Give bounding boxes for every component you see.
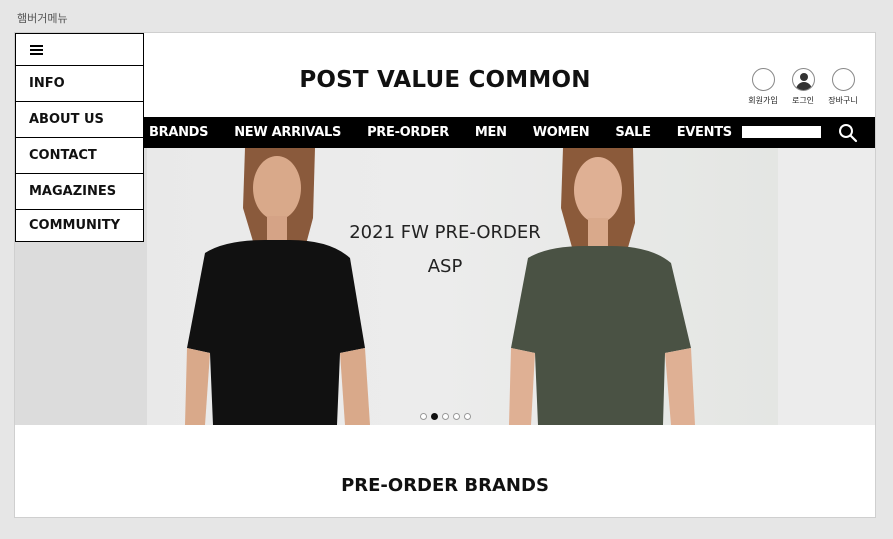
hamburger-menu-panel: INFO ABOUT US CONTACT MAGAZINES COMMUNIT… xyxy=(15,33,144,242)
menu-item-magazines[interactable]: MAGAZINES xyxy=(16,174,143,210)
model-left-image xyxy=(185,148,370,425)
signup-label: 회원가입 xyxy=(748,96,778,105)
cart-link[interactable]: 장바구니 xyxy=(827,68,859,106)
site-logo[interactable]: POST VALUE COMMON xyxy=(15,67,875,93)
slide-dot-1[interactable] xyxy=(420,413,427,420)
section-title: PRE-ORDER BRANDS xyxy=(341,475,549,496)
signup-circle-icon xyxy=(751,68,775,91)
menu-item-community[interactable]: COMMUNITY xyxy=(16,210,143,241)
menu-item-contact[interactable]: CONTACT xyxy=(16,138,143,174)
cart-label: 장바구니 xyxy=(828,96,858,105)
hamburger-icon xyxy=(30,45,43,55)
nav-item-pre-order[interactable]: PRE-ORDER xyxy=(367,125,449,140)
nav-item-new-arrivals[interactable]: NEW ARRIVALS xyxy=(234,125,341,140)
search-input[interactable] xyxy=(742,126,821,138)
main-nav: BRANDS NEW ARRIVALS PRE-ORDER MEN WOMEN … xyxy=(15,117,875,148)
nav-item-men[interactable]: MEN xyxy=(475,125,507,140)
slide-pagination xyxy=(420,413,471,420)
nav-item-women[interactable]: WOMEN xyxy=(533,125,590,140)
page-caption: 햄버거메뉴 xyxy=(17,12,68,25)
user-icon xyxy=(791,68,815,91)
nav-item-brands[interactable]: BRANDS xyxy=(149,125,209,140)
nav-item-sale[interactable]: SALE xyxy=(615,125,651,140)
menu-item-about-us[interactable]: ABOUT US xyxy=(16,102,143,138)
search-icon[interactable] xyxy=(837,122,859,144)
slide-dot-2[interactable] xyxy=(431,413,438,420)
slide-dot-3[interactable] xyxy=(442,413,449,420)
slide-dot-4[interactable] xyxy=(453,413,460,420)
user-links: 회원가입 로그인 장바구니 xyxy=(747,68,859,106)
login-label: 로그인 xyxy=(791,96,815,105)
model-right-image xyxy=(509,148,695,425)
hero-next-slide-peek xyxy=(778,148,875,425)
slide-dot-5[interactable] xyxy=(464,413,471,420)
cart-circle-icon xyxy=(831,68,855,91)
menu-toggle-button[interactable] xyxy=(16,34,143,66)
menu-item-info[interactable]: INFO xyxy=(16,66,143,102)
hero-banner[interactable]: 2021 FW PRE-ORDER ASP xyxy=(15,148,875,425)
login-link[interactable]: 로그인 xyxy=(787,68,819,106)
signup-link[interactable]: 회원가입 xyxy=(747,68,779,106)
nav-item-events[interactable]: EVENTS xyxy=(677,125,732,140)
